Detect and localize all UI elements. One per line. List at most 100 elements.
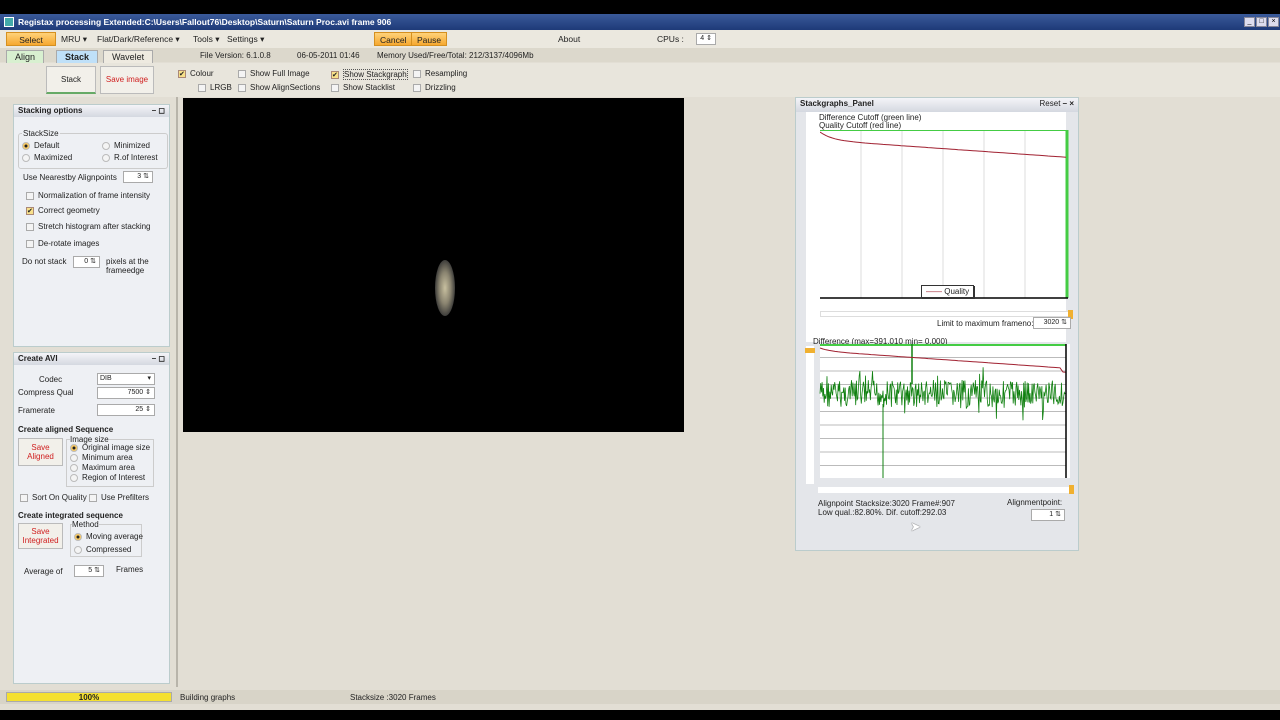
file-version: File Version: 6.1.0.8 [200, 51, 271, 60]
status-task: Building graphs [180, 693, 236, 702]
tab-align[interactable]: Align [6, 50, 45, 63]
size-label: Region of Interest [82, 473, 146, 482]
aligned-title: Create aligned Sequence [18, 425, 114, 434]
quality-graph[interactable] [820, 130, 1072, 302]
stacksize-label: StackSize [22, 129, 60, 138]
option-label: LRGB [210, 83, 232, 92]
menu-mru[interactable]: MRU ▾ [56, 32, 92, 46]
menu-tools[interactable]: Tools ▾ [188, 32, 224, 46]
qual-label: Compress Qual [18, 388, 74, 397]
rate-spinner[interactable]: 25 ⇕ [97, 404, 155, 416]
alignpoint-info: Alignpoint Stacksize:3020 Frame#:907 [818, 499, 955, 508]
nearest-label: Use Nearestby Alignpoints [23, 173, 117, 182]
tab-wavelet[interactable]: Wavelet [103, 50, 154, 63]
nearest-spinner[interactable]: 3 ⇅ [123, 171, 153, 183]
prefilters-checkbox[interactable]: Use Prefilters [89, 493, 149, 502]
option-label: Colour [190, 69, 214, 78]
radio-compressed[interactable]: Compressed [74, 545, 131, 554]
saturn-image [435, 260, 455, 316]
radio-roi[interactable]: R.of Interest [102, 153, 158, 162]
option-lrgb-checkbox[interactable]: LRGB [198, 83, 232, 92]
panel-controls-icon[interactable]: – × [1063, 99, 1074, 108]
quality-info: Low qual.:82.80%. Dif. cutoff:292.03 [818, 508, 947, 517]
codec-select[interactable]: DIB ▾ [97, 373, 155, 385]
reset-button[interactable]: Reset [1040, 99, 1061, 108]
cancel-button[interactable]: Cancel [374, 32, 413, 46]
option-label: Show AlignSections [250, 83, 321, 92]
derotate-checkbox[interactable]: De-rotate images [26, 239, 99, 248]
radio-default[interactable]: Default [22, 141, 59, 150]
stacksize-group [18, 133, 168, 169]
minimize-button[interactable]: _ [1244, 17, 1255, 27]
limit-label: Limit to maximum frameno: [937, 319, 1034, 328]
stretch-checkbox[interactable]: Stretch histogram after stacking [26, 222, 151, 231]
option-show-alignsections-checkbox[interactable]: Show AlignSections [238, 83, 320, 92]
radio-size-2[interactable]: Maximum area [70, 463, 135, 472]
create-avi-panel: Create AVI – ◻ Codec DIB ▾ Compress Qual 7… [13, 352, 170, 684]
option-show-stackgraph-checkbox[interactable]: Show Stackgraph [331, 69, 408, 80]
stack-button[interactable]: Stack [46, 66, 96, 94]
difference-slider[interactable] [818, 485, 1074, 494]
status-stacksize: Stacksize :3020 Frames [350, 693, 436, 702]
qual-spinner[interactable]: 7500 ⇕ [97, 387, 155, 399]
normalize-checkbox[interactable]: Normalization of frame intensity [26, 191, 150, 200]
limit-spinner[interactable]: 3020 ⇅ [1033, 317, 1071, 329]
option-resampling-checkbox[interactable]: Resampling [413, 69, 467, 78]
rate-label: Framerate [18, 406, 55, 415]
checkbox-box [238, 83, 246, 92]
option-show-full-image-checkbox[interactable]: Show Full Image [238, 69, 310, 78]
size-label: Original image size [82, 443, 151, 452]
checkbox-box [178, 69, 186, 78]
save-image-button[interactable]: Save image [100, 66, 154, 94]
checkbox-box [198, 83, 206, 92]
radio-size-3[interactable]: Region of Interest [70, 473, 145, 482]
save-aligned-button[interactable]: Save Aligned [18, 438, 63, 466]
option-colour-checkbox[interactable]: Colour [178, 69, 214, 78]
cpus-value: 4 [700, 35, 705, 42]
menu-tools-label: Tools [193, 34, 213, 44]
menu-flat-dark[interactable]: Flat/Dark/Reference ▾ [92, 32, 185, 46]
stackgraphs-panel: Stackgraphs_Panel Reset – × Difference Cu… [795, 97, 1079, 551]
title-bar: Registax processing Extended:C:\Users\Fa… [0, 14, 1280, 30]
option-show-stacklist-checkbox[interactable]: Show Stacklist [331, 83, 395, 92]
option-label: Show Stackgraph [343, 69, 408, 80]
size-label: Maximum area [82, 463, 135, 472]
cpus-spinner[interactable]: 4 ⇕ [696, 33, 716, 45]
option-label: Show Full Image [250, 69, 310, 78]
sort-quality-checkbox[interactable]: Sort On Quality [20, 493, 87, 502]
panel-title: Stackgraphs_Panel [800, 99, 874, 108]
radio-minimized[interactable]: Minimized [102, 141, 150, 150]
mouse-cursor-icon: ➤ [910, 519, 921, 534]
alignmentpoint-spinner[interactable]: 1 ⇅ [1031, 509, 1065, 521]
checkbox-box [331, 83, 339, 92]
cpus-label: CPUs : [657, 34, 684, 44]
image-viewer[interactable] [183, 98, 684, 432]
radio-moving-average[interactable]: Moving average [74, 532, 143, 541]
difference-vslider[interactable] [805, 346, 815, 484]
edge-spinner[interactable]: 0 ⇅ [73, 256, 100, 268]
splitter[interactable] [176, 97, 178, 687]
menu-about[interactable]: About [553, 32, 585, 46]
radio-size-1[interactable]: Minimum area [70, 453, 133, 462]
panel-controls-icon[interactable]: – ◻ [152, 106, 165, 116]
donot-label: Do not stack [22, 257, 67, 266]
save-integrated-button[interactable]: Save Integrated [18, 523, 63, 549]
average-spinner[interactable]: 5 ⇅ [74, 565, 104, 577]
radio-maximized[interactable]: Maximized [22, 153, 72, 162]
integrated-title: Create integrated sequence [18, 511, 123, 520]
maximize-button[interactable]: □ [1256, 17, 1267, 27]
panel-controls-icon[interactable]: – ◻ [152, 354, 165, 364]
difference-graph[interactable] [816, 344, 1072, 482]
select-button[interactable]: Select [6, 32, 56, 46]
close-button[interactable]: × [1268, 17, 1279, 27]
pause-button[interactable]: Pause [411, 32, 448, 46]
tab-stack[interactable]: Stack [56, 50, 99, 63]
menu-settings[interactable]: Settings ▾ [222, 32, 269, 46]
file-date: 06-05-2011 01:46 [297, 51, 360, 60]
progress-text: 100% [78, 693, 100, 702]
codec-label: Codec [39, 375, 63, 384]
correct-geometry-checkbox[interactable]: Correct geometry [26, 206, 100, 215]
radio-size-0[interactable]: Original image size [70, 443, 150, 452]
option-drizzling-checkbox[interactable]: Drizzling [413, 83, 456, 92]
memory-info: Memory Used/Free/Total: 212/3137/4096Mb [377, 51, 534, 60]
